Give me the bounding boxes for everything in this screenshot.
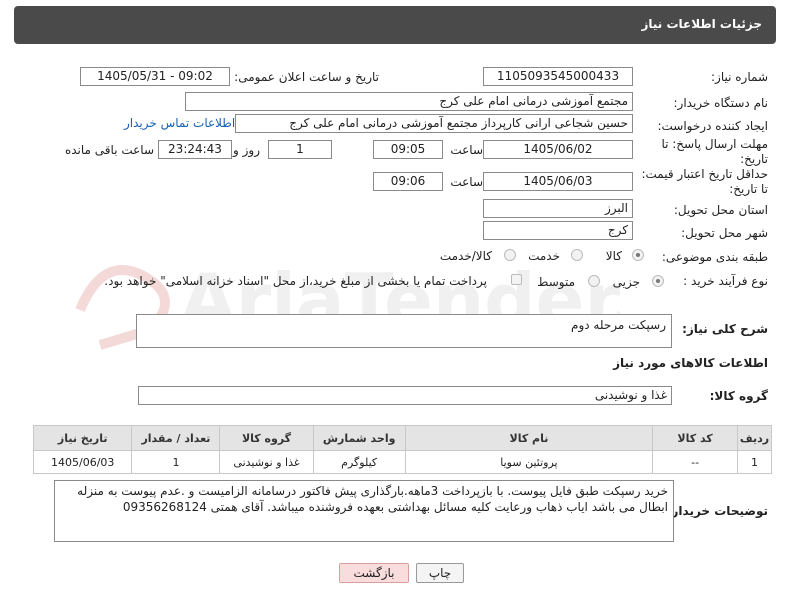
requester-field: حسین شجاعی ارانی کارپرداز مجتمع آموزشی د… bbox=[235, 114, 633, 133]
price-validity-time-field: 09:06 bbox=[373, 172, 443, 191]
days-label: روز و bbox=[233, 143, 260, 157]
back-button[interactable]: بازگشت bbox=[339, 563, 409, 583]
goods-group-field: غذا و نوشیدنی bbox=[138, 386, 672, 405]
deadline-time-label: ساعت bbox=[450, 143, 483, 157]
price-validity-label: حداقل تاریخ اعتبار قیمت: bbox=[641, 167, 768, 181]
remaining-days-field: 1 bbox=[268, 140, 332, 159]
remaining-label: ساعت باقی مانده bbox=[64, 143, 154, 157]
requester-label: ایجاد کننده درخواست: bbox=[657, 119, 768, 133]
remaining-time-field: 23:24:43 bbox=[158, 140, 232, 159]
col-goods-code: کد کالا bbox=[652, 425, 739, 451]
buyer-contact-link[interactable]: اطلاعات تماس خریدار bbox=[124, 116, 235, 130]
cell-row: 1 bbox=[737, 450, 772, 474]
city-label: شهر محل تحویل: bbox=[681, 226, 768, 240]
cell-quantity: 1 bbox=[131, 450, 221, 474]
goods-info-heading: اطلاعات کالاهای مورد نیاز bbox=[613, 356, 768, 370]
page-title: جزئیات اطلاعات نیاز bbox=[641, 17, 762, 31]
goods-group-label: گروه کالا: bbox=[709, 389, 768, 403]
process-label: نوع فرآیند خرید : bbox=[683, 274, 768, 288]
buyer-notes-text: خرید رسپکت طبق فایل پیوست. با بازپرداخت … bbox=[77, 484, 668, 514]
description-field: رسپکت مرحله دوم bbox=[136, 314, 672, 348]
category-option-goods-service: کالا/خدمت bbox=[439, 249, 492, 263]
treasury-payment-checkbox[interactable] bbox=[511, 274, 522, 285]
category-radio-service[interactable] bbox=[571, 249, 583, 261]
announce-label: تاریخ و ساعت اعلان عمومی: bbox=[234, 70, 379, 84]
col-goods-name: نام کالا bbox=[404, 425, 654, 451]
col-goods-group: گروه کالا bbox=[219, 425, 314, 451]
col-unit: واحد شمارش bbox=[312, 425, 406, 451]
deadline-date-field: 1405/06/02 bbox=[483, 140, 633, 159]
goods-table-header: تاریخ نیاز تعداد / مقدار گروه کالا واحد … bbox=[32, 425, 772, 451]
category-radio-goods[interactable] bbox=[632, 249, 644, 261]
col-need-date: تاریخ نیاز bbox=[32, 425, 133, 451]
description-text: رسپکت مرحله دوم bbox=[571, 318, 666, 332]
cell-goods-name: پروتئین سویا bbox=[404, 450, 654, 474]
description-label: شرح کلی نیاز: bbox=[682, 322, 768, 336]
buyer-notes-field: خرید رسپکت طبق فایل پیوست. با بازپرداخت … bbox=[54, 480, 674, 542]
col-quantity: تعداد / مقدار bbox=[131, 425, 221, 451]
province-label: استان محل تحویل: bbox=[673, 203, 768, 217]
deadline-label: مهلت ارسال پاسخ: تا bbox=[661, 137, 768, 151]
announce-field: 1405/05/31 - 09:02 bbox=[80, 67, 230, 86]
buyer-notes-label: توضیحات خریدار: bbox=[666, 504, 768, 518]
category-option-service: خدمت bbox=[528, 249, 560, 263]
cell-goods-group: غذا و نوشیدنی bbox=[219, 450, 314, 474]
province-field: البرز bbox=[483, 199, 633, 218]
process-radio-medium[interactable] bbox=[588, 275, 600, 287]
page-header: جزئیات اطلاعات نیاز bbox=[14, 6, 776, 44]
cell-need-date: 1405/06/03 bbox=[32, 450, 133, 474]
buyer-org-field: مجتمع آموزشی درمانی امام علی کرج bbox=[185, 92, 633, 111]
process-radio-minor[interactable] bbox=[652, 275, 664, 287]
cell-unit: کیلوگرم bbox=[312, 450, 406, 474]
process-option-medium: متوسط bbox=[537, 275, 575, 289]
city-field: کرج bbox=[483, 221, 633, 240]
col-row: ردیف bbox=[737, 425, 772, 451]
table-row: 1405/06/03 1 غذا و نوشیدنی کیلوگرم پروتئ… bbox=[32, 450, 772, 474]
price-validity-time-label: ساعت bbox=[450, 175, 483, 189]
deadline-time-field: 09:05 bbox=[373, 140, 443, 159]
category-label: طبقه بندی موضوعی: bbox=[661, 250, 768, 264]
deadline-date-label: تاریخ: bbox=[740, 152, 768, 166]
category-radio-goods-service[interactable] bbox=[504, 249, 516, 261]
need-number-label: شماره نیاز: bbox=[711, 70, 768, 84]
process-option-minor: جزیی bbox=[612, 275, 640, 289]
buyer-org-label: نام دستگاه خریدار: bbox=[673, 96, 769, 110]
need-number-field: 1105093545000433 bbox=[483, 67, 633, 86]
goods-table: تاریخ نیاز تعداد / مقدار گروه کالا واحد … bbox=[32, 425, 772, 474]
category-option-goods: کالا bbox=[605, 249, 622, 263]
price-validity-date-label: تا تاریخ: bbox=[729, 182, 768, 196]
treasury-payment-note: پرداخت تمام یا بخشی از مبلغ خرید،از محل … bbox=[104, 274, 487, 288]
cell-goods-code: -- bbox=[652, 450, 739, 474]
price-validity-date-field: 1405/06/03 bbox=[483, 172, 633, 191]
print-button[interactable]: چاپ bbox=[416, 563, 464, 583]
